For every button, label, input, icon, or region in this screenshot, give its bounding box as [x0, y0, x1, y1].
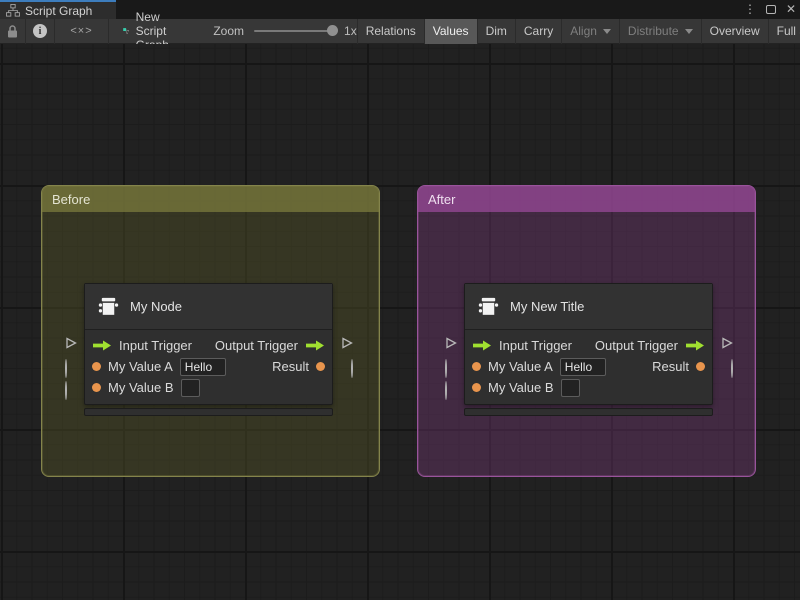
- value-a-input[interactable]: [559, 357, 606, 376]
- node-title: My New Title: [510, 299, 585, 314]
- relations-button[interactable]: Relations: [358, 18, 425, 44]
- node-header[interactable]: My Node: [85, 284, 332, 330]
- node-body: Input Trigger Output Trigger My Value A: [465, 330, 712, 404]
- graph-toolbar: i <×> New Script Graph Zoom 1x Relations…: [0, 10, 800, 52]
- tab-strip: Script Graph ⋮ ✕: [0, 0, 800, 19]
- value-b-label: My Value B: [108, 380, 174, 395]
- output-trigger-port[interactable]: [341, 337, 353, 349]
- window-menu-icon[interactable]: ⋮: [744, 0, 756, 19]
- value-a-label: My Value A: [488, 359, 553, 374]
- node-title: My Node: [130, 299, 183, 314]
- node-my-new-title[interactable]: My New Title Input Trigger Output Trigge…: [445, 283, 733, 416]
- info-icon: i: [33, 24, 47, 38]
- zoom-value: 1x: [344, 24, 357, 38]
- value-b-port[interactable]: [445, 381, 447, 400]
- input-trigger-port[interactable]: [445, 337, 457, 349]
- value-b-input[interactable]: [180, 378, 200, 397]
- values-button[interactable]: Values: [424, 18, 478, 44]
- node-footer: [84, 408, 333, 416]
- value-port-icon: [696, 362, 705, 371]
- result-label: Result: [652, 359, 689, 374]
- value-a-port[interactable]: [445, 359, 447, 378]
- value-port-icon: [316, 362, 325, 371]
- value-a-input[interactable]: [179, 357, 226, 376]
- unit-icon: [98, 297, 119, 315]
- script-graph-asset-icon: [123, 28, 130, 34]
- trigger-arrow-icon: [93, 340, 111, 351]
- lock-icon: [8, 24, 17, 37]
- node-header[interactable]: My New Title: [465, 284, 712, 330]
- group-before-header[interactable]: Before: [42, 186, 379, 212]
- result-port[interactable]: [351, 359, 353, 378]
- group-after-header[interactable]: After: [418, 186, 755, 212]
- output-trigger-label: Output Trigger: [594, 338, 678, 353]
- value-a-port[interactable]: [65, 359, 67, 378]
- value-b-port[interactable]: [65, 381, 67, 400]
- value-port-icon: [472, 362, 481, 371]
- graph-canvas[interactable]: Before After My Node Input Trigger Outpu…: [0, 44, 800, 600]
- lock-button[interactable]: [0, 18, 26, 44]
- trigger-arrow-icon: [473, 340, 491, 351]
- input-trigger-label: Input Trigger: [499, 338, 572, 353]
- node-footer: [464, 408, 713, 416]
- graph-tab-icon: [6, 4, 20, 17]
- value-port-icon: [92, 383, 101, 392]
- value-b-label: My Value B: [488, 380, 554, 395]
- tab-title: Script Graph: [25, 3, 93, 18]
- distribute-dropdown[interactable]: Distribute: [620, 18, 702, 44]
- input-trigger-port[interactable]: [65, 337, 77, 349]
- chevron-down-icon: [684, 28, 693, 34]
- value-port-icon: [472, 383, 481, 392]
- value-a-label: My Value A: [108, 359, 173, 374]
- trigger-arrow-icon: [306, 340, 324, 351]
- value-b-input[interactable]: [560, 378, 580, 397]
- toolbar-toggle-group: Relations Values Dim Carry Align Distrib…: [356, 18, 800, 44]
- input-trigger-label: Input Trigger: [119, 338, 192, 353]
- code-icon: <×>: [70, 25, 93, 37]
- output-trigger-label: Output Trigger: [214, 338, 298, 353]
- edit-source-button[interactable]: <×>: [55, 18, 109, 44]
- tab-script-graph[interactable]: Script Graph: [0, 0, 116, 19]
- fullscreen-button[interactable]: Full Screen: [769, 19, 800, 44]
- chevron-down-icon: [602, 28, 611, 34]
- node-frame: My New Title Input Trigger Output Trigge…: [464, 283, 713, 405]
- node-body: Input Trigger Output Trigger My Value A: [85, 330, 332, 404]
- zoom-slider-handle[interactable]: [327, 25, 339, 36]
- zoom-slider[interactable]: [254, 25, 339, 36]
- zoom-control: Zoom 1x: [213, 24, 356, 38]
- zoom-label: Zoom: [213, 24, 245, 38]
- result-label: Result: [272, 359, 309, 374]
- overview-button[interactable]: Overview: [702, 18, 769, 44]
- close-icon[interactable]: ✕: [786, 0, 796, 19]
- window-controls: ⋮ ✕: [744, 0, 796, 19]
- script-graph-window: Script Graph ⋮ ✕ i <×> New Script Zoom 1…: [0, 0, 800, 600]
- trigger-arrow-icon: [686, 340, 704, 351]
- node-my-node[interactable]: My Node Input Trigger Output Trigger My …: [65, 283, 353, 416]
- value-port-icon: [92, 362, 101, 371]
- maximize-icon[interactable]: [765, 5, 776, 14]
- output-trigger-port[interactable]: [721, 337, 733, 349]
- align-dropdown[interactable]: Align: [562, 18, 620, 44]
- inspect-button[interactable]: i: [26, 18, 55, 44]
- carry-button[interactable]: Carry: [516, 18, 563, 44]
- result-port[interactable]: [731, 359, 733, 378]
- unit-icon: [478, 297, 499, 315]
- node-frame: My Node Input Trigger Output Trigger My …: [84, 283, 333, 405]
- dim-button[interactable]: Dim: [478, 18, 516, 44]
